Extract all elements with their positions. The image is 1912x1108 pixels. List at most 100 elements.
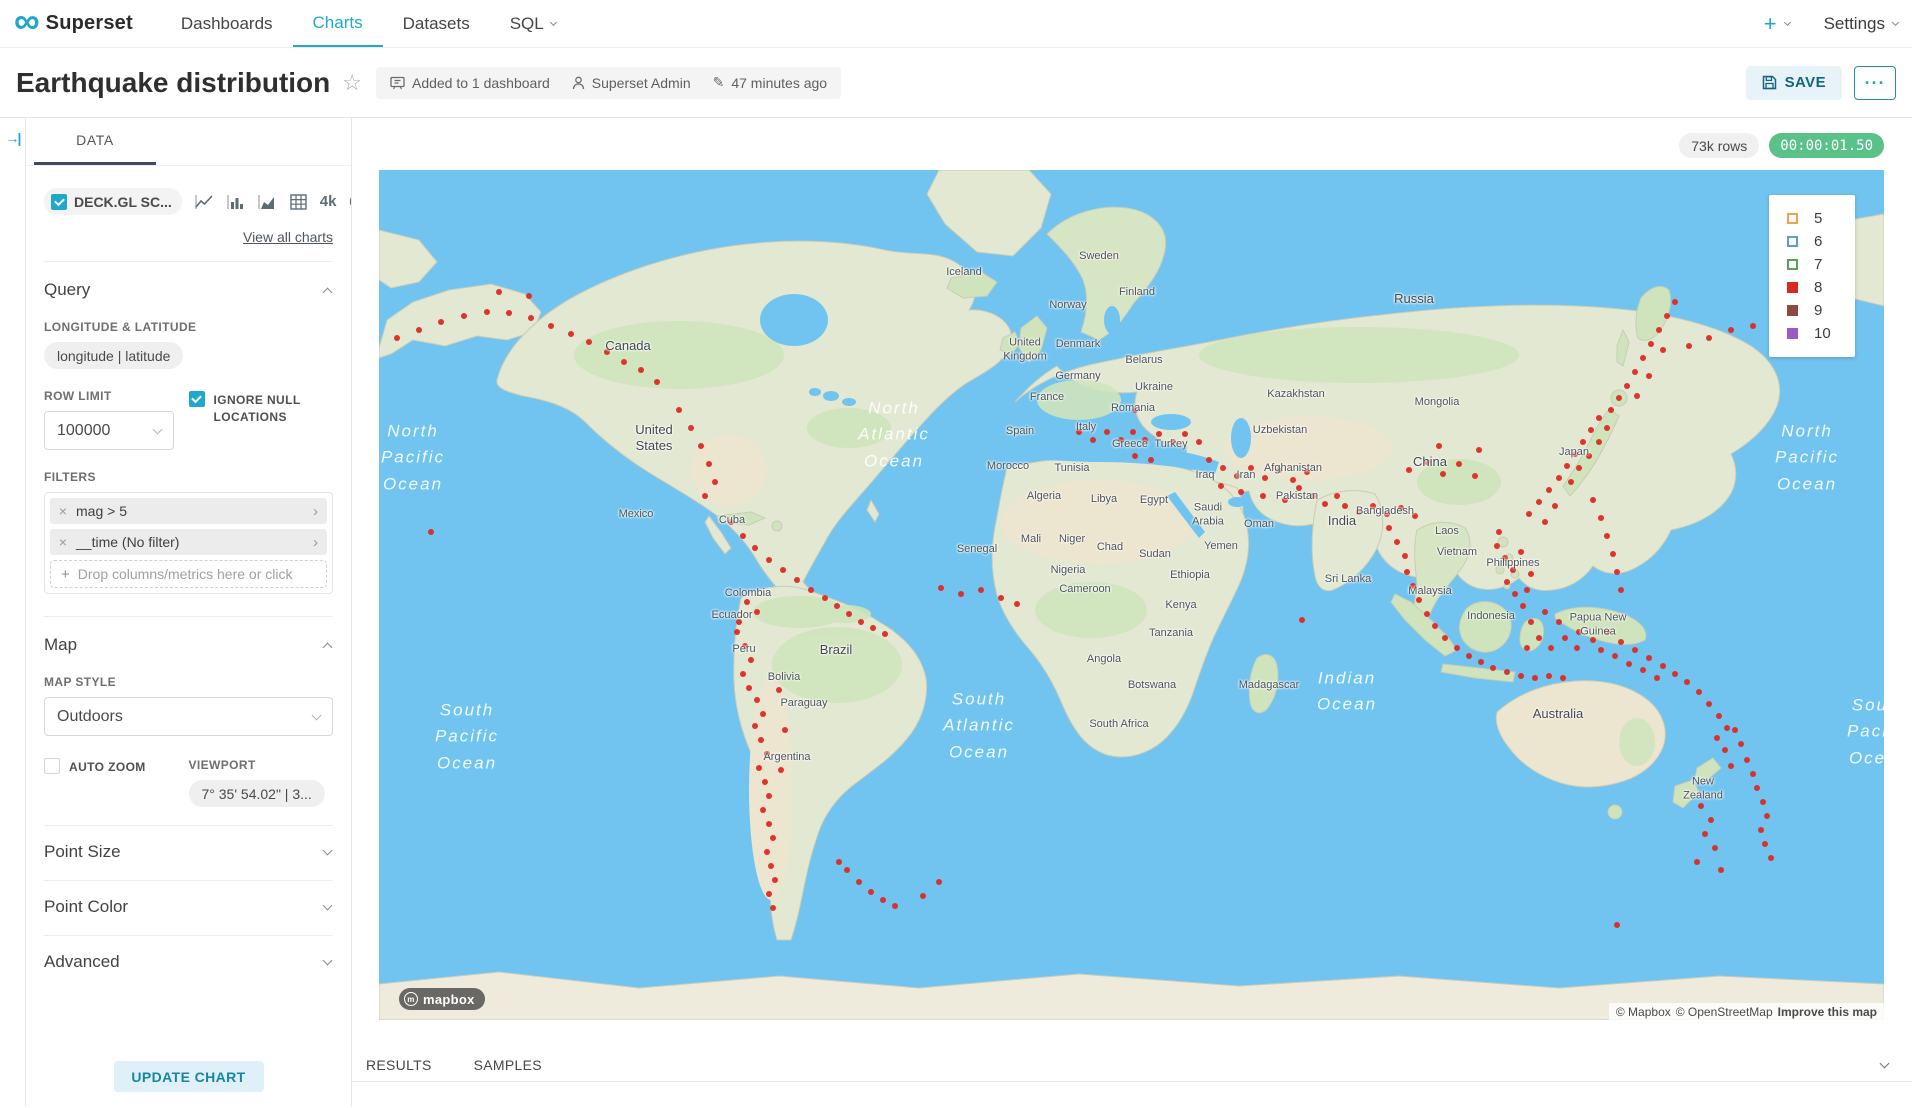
legend-item[interactable]: 9 xyxy=(1787,299,1855,322)
earthquake-point xyxy=(1626,661,1632,667)
chevron-down-icon xyxy=(1784,18,1791,25)
legend-swatch xyxy=(1787,305,1798,316)
earthquake-point xyxy=(1634,393,1640,399)
earthquake-point xyxy=(438,319,444,325)
tab-results[interactable]: RESULTS xyxy=(366,1057,432,1073)
area-chart-icon[interactable] xyxy=(258,194,277,210)
section-header-point-color[interactable]: Point Color xyxy=(44,881,333,917)
more-actions-button[interactable]: ··· xyxy=(1854,66,1896,100)
filter-dropzone[interactable]: + Drop columns/metrics here or click xyxy=(50,560,327,588)
mapbox-attribution-link[interactable]: © Mapbox xyxy=(1616,1005,1671,1019)
earthquake-point xyxy=(1632,369,1638,375)
chart-header: Earthquake distribution ☆ Added to 1 das… xyxy=(0,48,1912,118)
osm-attribution-link[interactable]: © OpenStreetMap xyxy=(1676,1005,1773,1019)
earthquake-point xyxy=(604,349,610,355)
row-limit-select[interactable]: 100000 xyxy=(44,411,174,450)
earthquake-point xyxy=(1494,543,1500,549)
big-number-icon[interactable]: 4k xyxy=(320,193,337,210)
viewport-value-chip[interactable]: 7° 35' 54.02" | 3... xyxy=(189,780,325,807)
map-style-select[interactable]: Outdoors xyxy=(44,697,333,736)
collapse-panel-icon[interactable]: →| xyxy=(6,130,20,146)
nav-item-charts[interactable]: Charts xyxy=(293,0,383,47)
remove-filter-icon[interactable]: × xyxy=(50,534,76,550)
earthquake-point xyxy=(1698,803,1704,809)
earthquake-point xyxy=(764,751,770,757)
dashboards-meta[interactable]: Added to 1 dashboard xyxy=(390,75,550,91)
ignore-null-control[interactable]: IGNORE NULL LOCATIONS xyxy=(189,391,334,427)
filter-caret-icon: › xyxy=(313,534,327,551)
tab-data[interactable]: DATA xyxy=(34,118,156,165)
remove-filter-icon[interactable]: × xyxy=(50,503,76,519)
earthquake-point xyxy=(1546,673,1552,679)
section-header-advanced[interactable]: Advanced xyxy=(44,936,333,972)
owner-meta[interactable]: Superset Admin xyxy=(572,75,691,91)
earthquake-point xyxy=(1548,645,1554,651)
map-section-header[interactable]: Map xyxy=(44,617,333,655)
earthquake-point xyxy=(688,425,694,431)
collapse-results-chevron-icon[interactable] xyxy=(1880,1058,1890,1068)
chart-meta: Added to 1 dashboard Superset Admin ✎ 47… xyxy=(376,67,841,99)
filters-box: ×mag > 5› ×__time (No filter)› + Drop col… xyxy=(44,492,333,594)
row-limit-label: ROW LIMIT xyxy=(44,389,189,403)
auto-zoom-checkbox[interactable] xyxy=(44,758,60,774)
earthquake-point xyxy=(654,379,660,385)
earthquake-point xyxy=(496,289,502,295)
earthquake-point xyxy=(1478,659,1484,665)
infinity-logo-icon: ∞ xyxy=(14,3,40,39)
earthquake-point xyxy=(744,599,750,605)
earthquake-point xyxy=(1672,671,1678,677)
earthquake-point xyxy=(1732,727,1738,733)
section-header-point-size[interactable]: Point Size xyxy=(44,826,333,862)
filter-chip[interactable]: ×__time (No filter)› xyxy=(50,529,327,555)
save-button[interactable]: SAVE xyxy=(1746,66,1842,100)
earthquake-point xyxy=(1234,473,1240,479)
viz-type-chip[interactable]: DECK.GL SC... xyxy=(44,188,182,215)
earthquake-point xyxy=(1576,629,1582,635)
legend-item[interactable]: 8 xyxy=(1787,276,1855,299)
favorite-star-icon[interactable]: ☆ xyxy=(342,70,362,96)
dropzone-hint: Drop columns/metrics here or click xyxy=(78,566,293,582)
view-all-charts-link[interactable]: View all charts xyxy=(44,229,333,245)
chevron-down-icon xyxy=(153,424,163,434)
earthquake-point xyxy=(1684,679,1690,685)
viz-type-label: DECK.GL SC... xyxy=(74,194,172,210)
bar-chart-icon[interactable] xyxy=(227,194,245,210)
nav-item-datasets[interactable]: Datasets xyxy=(383,0,490,47)
nav-menu: DashboardsChartsDatasetsSQL xyxy=(161,0,576,47)
improve-map-link[interactable]: Improve this map xyxy=(1778,1005,1877,1019)
query-section-header[interactable]: Query xyxy=(44,262,333,300)
earthquake-point xyxy=(1299,617,1305,623)
filter-chip[interactable]: ×mag > 5› xyxy=(50,498,327,524)
earthquake-point xyxy=(768,863,774,869)
lonlat-label: LONGITUDE & LATITUDE xyxy=(44,320,333,334)
tab-samples[interactable]: SAMPLES xyxy=(474,1057,542,1073)
legend-item[interactable]: 7 xyxy=(1787,253,1855,276)
chevron-down-icon xyxy=(550,18,557,25)
earthquake-point xyxy=(1156,431,1162,437)
nav-item-sql[interactable]: SQL xyxy=(490,0,576,47)
earthquake-point xyxy=(1504,669,1510,675)
superset-logo[interactable]: ∞ Superset xyxy=(14,0,133,47)
earthquake-point xyxy=(1574,645,1580,651)
new-item-menu[interactable]: + xyxy=(1764,11,1790,37)
auto-zoom-control[interactable]: AUTO ZOOM xyxy=(44,758,189,776)
ignore-null-checkbox[interactable] xyxy=(189,391,205,407)
earthquake-point xyxy=(1090,437,1096,443)
mapbox-logo[interactable]: m mapbox xyxy=(399,988,485,1010)
earthquake-point xyxy=(752,545,758,551)
legend-item[interactable]: 5 xyxy=(1787,207,1855,230)
row-count-badge: 73k rows xyxy=(1679,133,1759,158)
viz-selected-checkbox[interactable] xyxy=(51,194,67,210)
line-chart-icon[interactable] xyxy=(195,194,214,210)
settings-menu[interactable]: Settings xyxy=(1824,14,1898,34)
update-chart-button[interactable]: UPDATE CHART xyxy=(114,1061,264,1092)
earthquake-point xyxy=(1706,335,1712,341)
nav-item-dashboards[interactable]: Dashboards xyxy=(161,0,293,47)
table-icon[interactable] xyxy=(290,194,307,210)
pie-chart-icon[interactable] xyxy=(349,193,351,210)
last-modified-meta[interactable]: ✎ 47 minutes ago xyxy=(713,74,827,91)
deckgl-map[interactable]: North Pacific OceanNorth Atlantic OceanS… xyxy=(379,170,1884,1020)
legend-item[interactable]: 10 xyxy=(1787,322,1855,345)
lonlat-value-chip[interactable]: longitude | latitude xyxy=(44,342,183,369)
legend-item[interactable]: 6 xyxy=(1787,230,1855,253)
